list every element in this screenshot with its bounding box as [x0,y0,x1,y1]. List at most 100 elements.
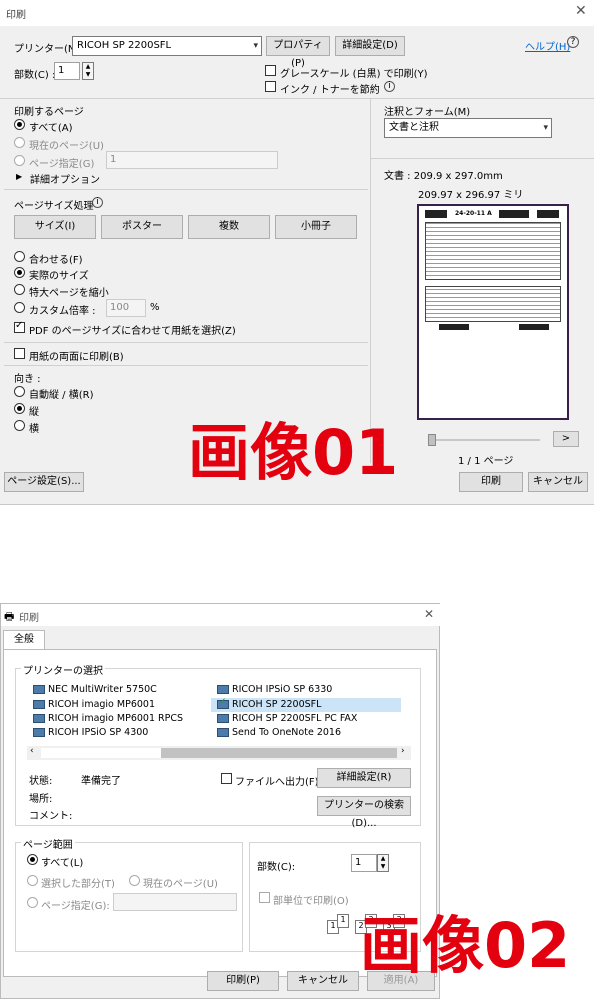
print-to-file-checkbox[interactable] [221,773,232,784]
scrollbar-gap [41,748,161,758]
comments-forms-select[interactable]: 文書と注釈 ▾ [384,118,552,138]
tab-general[interactable]: 全般 [3,630,45,650]
all-pages-label: すべて(L) [41,858,84,869]
printer-value: RICOH SP 2200SFL [77,40,172,51]
properties-button[interactable]: プロパティ(P) [266,36,330,69]
document-size: 文書 : 209.9 x 297.0mm [384,171,503,182]
cancel-button[interactable]: キャンセル [528,472,588,492]
size-button[interactable]: サイズ(I) [14,215,96,239]
printer-select[interactable]: RICOH SP 2200SFL ▾ [72,36,262,56]
pages-input[interactable] [113,893,237,911]
auto-orient-radio[interactable] [14,386,25,397]
printer-item[interactable]: Send To OneNote 2016 [217,727,341,738]
page-slider-thumb[interactable] [428,434,436,446]
horizontal-scrollbar[interactable]: ‹ › [27,746,411,760]
close-icon[interactable]: ✕ [424,607,434,621]
help-icon[interactable]: ? [567,36,579,48]
booklet-button[interactable]: 小冊子 [275,215,357,239]
printer-icon [217,714,229,723]
pages-radio[interactable] [27,897,38,908]
current-page-label: 現在のページ(U) [29,141,104,152]
next-page-button[interactable]: > [553,431,579,447]
current-page-label: 現在のページ(U) [143,879,218,890]
printer-item[interactable]: RICOH imagio MP6001 RPCS [33,713,183,724]
printer-item[interactable]: RICOH imagio MP6001 [33,699,155,710]
help-link[interactable]: ヘルプ(H) [525,38,570,53]
preview-header: 24-20-11 A [455,210,492,217]
preview-label-block [425,286,561,322]
find-printer-button[interactable]: プリンターの検索(D)... [317,796,411,829]
page-sizing-title: ページサイズ処理 [14,201,94,212]
info-icon[interactable]: i [384,81,395,92]
more-options-label[interactable]: 詳細オプション [30,171,100,186]
triangle-right-icon[interactable]: ▶ [16,172,22,181]
actual-size-label: 実際のサイズ [29,271,89,282]
divider [4,365,368,366]
all-pages-radio[interactable] [27,854,38,865]
pdf-paper-checkbox[interactable] [14,320,25,333]
cancel-button[interactable]: キャンセル [287,971,359,991]
printer-item[interactable]: RICOH IPSiO SP 4300 [33,727,148,738]
fit-radio[interactable] [14,251,25,262]
copies-stepper[interactable]: ▲ ▼ [82,62,94,80]
print-preview: 24-20-11 A [417,204,569,420]
preview-barcode [439,324,469,330]
poster-button[interactable]: ポスター [101,215,183,239]
title-bar [1,604,441,626]
landscape-label: 横 [29,424,39,435]
comments-forms-label: 注釈とフォーム(M) [384,107,471,118]
copies-stepper[interactable]: ▲ ▼ [377,854,389,872]
printer-icon [33,700,45,709]
preview-barcode [499,210,529,218]
info-icon[interactable]: i [92,197,103,208]
page-range-title: ページ範囲 [21,836,75,851]
watermark-label: 画像02 [360,909,571,982]
chevron-left-icon[interactable]: ‹ [30,746,34,756]
location-label: 場所: [29,794,53,805]
print-button[interactable]: 印刷 [459,472,523,492]
printer-icon [217,685,229,694]
page-count: 1 / 1 ページ [458,456,514,467]
printer-item[interactable]: RICOH IPSiO SP 6330 [217,684,332,695]
preview-barcode [425,210,447,218]
selection-radio[interactable] [27,875,38,886]
page-setup-button[interactable]: ページ設定(S)... [4,472,84,492]
print-button[interactable]: 印刷(P) [207,971,279,991]
advanced-button[interactable]: 詳細設定(D) [335,36,405,56]
copies-input[interactable]: 1 [351,854,377,872]
paper-size: 209.97 x 296.97 ミリ [418,190,524,201]
actual-size-radio[interactable] [14,267,25,278]
preferences-button[interactable]: 詳細設定(R) [317,768,411,788]
custom-scale-radio[interactable] [14,302,25,313]
duplex-checkbox[interactable] [14,348,25,359]
shrink-label: 特大ページを縮小 [29,288,109,299]
grayscale-checkbox[interactable] [265,65,276,76]
collate-checkbox[interactable] [259,892,270,903]
copies-input[interactable]: 1 [54,62,80,80]
divider [0,98,594,99]
portrait-radio[interactable] [14,403,25,414]
printer-item-selected[interactable]: RICOH SP 2200SFL [217,697,321,710]
chevron-right-icon[interactable]: › [401,746,405,756]
ink-saver-checkbox[interactable] [265,81,276,92]
print-dialog-acrobat: 印刷 ✕ プリンター(N) : RICOH SP 2200SFL ▾ プロパティ… [0,0,594,505]
landscape-radio[interactable] [14,420,25,431]
duplex-label: 用紙の両面に印刷(B) [29,352,124,363]
printer-icon [33,714,45,723]
scrollbar-thumb[interactable] [161,748,397,758]
comments-forms-value: 文書と注釈 [389,122,439,133]
printer-item[interactable]: NEC MultiWriter 5750C [33,684,157,695]
chevron-down-icon: ▾ [543,123,548,133]
custom-scale-input[interactable]: 100 [106,299,146,317]
page-slider-track[interactable] [436,439,540,441]
current-page-radio[interactable] [14,137,25,148]
page-range-radio[interactable] [14,155,25,166]
printer-icon [33,685,45,694]
all-pages-radio[interactable] [14,119,25,130]
current-page-radio[interactable] [129,875,140,886]
multiple-button[interactable]: 複数 [188,215,270,239]
close-icon[interactable]: ✕ [575,3,587,19]
printer-item[interactable]: RICOH SP 2200SFL PC FAX [217,713,357,724]
page-range-input[interactable]: 1 [106,151,278,169]
shrink-radio[interactable] [14,284,25,295]
